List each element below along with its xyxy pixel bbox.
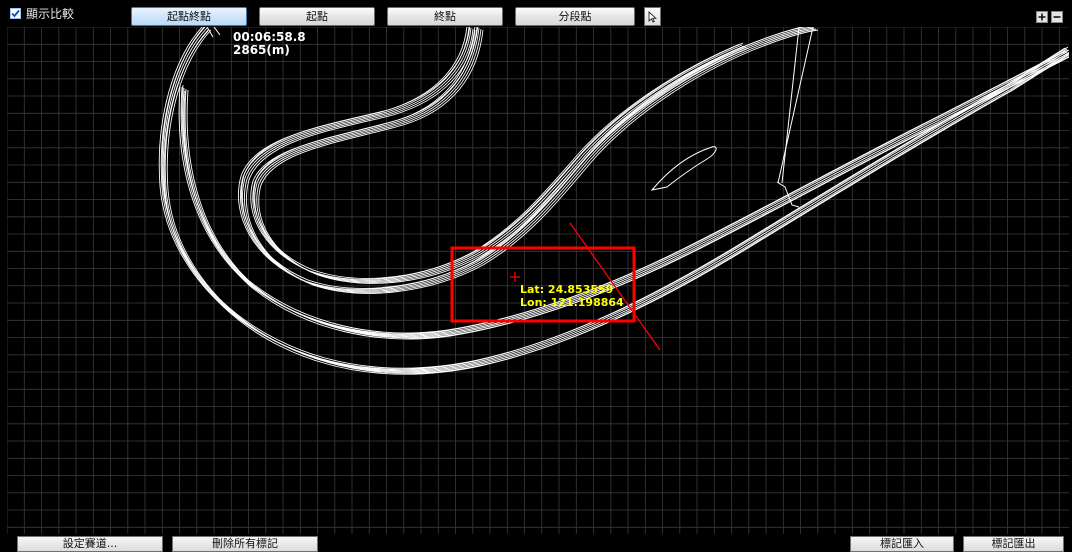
lap-track-line [239, 27, 813, 291]
start-end-button[interactable]: 起點終點 [131, 7, 247, 26]
export-marks-button[interactable]: 標記匯出 [963, 536, 1064, 552]
lap-track-line [180, 51, 1068, 336]
set-track-button[interactable]: 設定賽道... [17, 536, 163, 552]
lap-track-line [254, 27, 745, 282]
lap-track-line [245, 29, 819, 294]
compare-checkbox[interactable] [10, 8, 21, 19]
start-button[interactable]: 起點 [259, 7, 375, 26]
lap-track-line [158, 27, 1066, 370]
compare-label: 顯示比較 [26, 7, 75, 21]
top-toolbar: 顯示比較 起點終點 起點 終點 分段點 [0, 0, 1072, 27]
lap-track-line [183, 55, 1069, 340]
end-button[interactable]: 終點 [387, 7, 503, 26]
import-marks-button[interactable]: 標記匯入 [850, 536, 954, 552]
lap-track-line [181, 49, 1069, 334]
delete-all-marks-button[interactable]: 刪除所有標記 [172, 536, 318, 552]
lap-track-line [253, 27, 744, 279]
zoom-out-button[interactable] [1051, 11, 1063, 23]
track-map-svg [7, 27, 1069, 534]
lap-track-line [243, 28, 817, 293]
lap-track-line [258, 29, 749, 284]
zoom-in-button[interactable] [1036, 11, 1048, 23]
lap-info: 00:06:58.8 2865(m) [233, 31, 306, 57]
lap-track-line [252, 27, 743, 281]
lap-distance: 2865(m) [233, 43, 290, 57]
crosshair-plus-icon [510, 272, 520, 282]
track-map-window: 顯示比較 起點終點 起點 終點 分段點 00:06:58.8 2865(m) L… [0, 0, 1072, 552]
lap-track-line [161, 27, 1069, 369]
split-point-button[interactable]: 分段點 [515, 7, 635, 26]
longitude-readout: Lon: 121.198864 [520, 296, 624, 309]
latitude-readout: Lat: 24.853559 [520, 283, 614, 296]
check-icon [11, 9, 20, 18]
pointer-arrow-icon [648, 10, 657, 23]
minus-icon [1053, 16, 1061, 18]
lap-track-line [178, 50, 1066, 335]
pointer-tool-button[interactable] [644, 7, 661, 26]
lap-track-line [182, 52, 1069, 337]
track-map-canvas[interactable]: 00:06:58.8 2865(m) Lat: 24.853559 Lon: 1… [7, 27, 1069, 534]
plus-icon [1038, 13, 1046, 21]
